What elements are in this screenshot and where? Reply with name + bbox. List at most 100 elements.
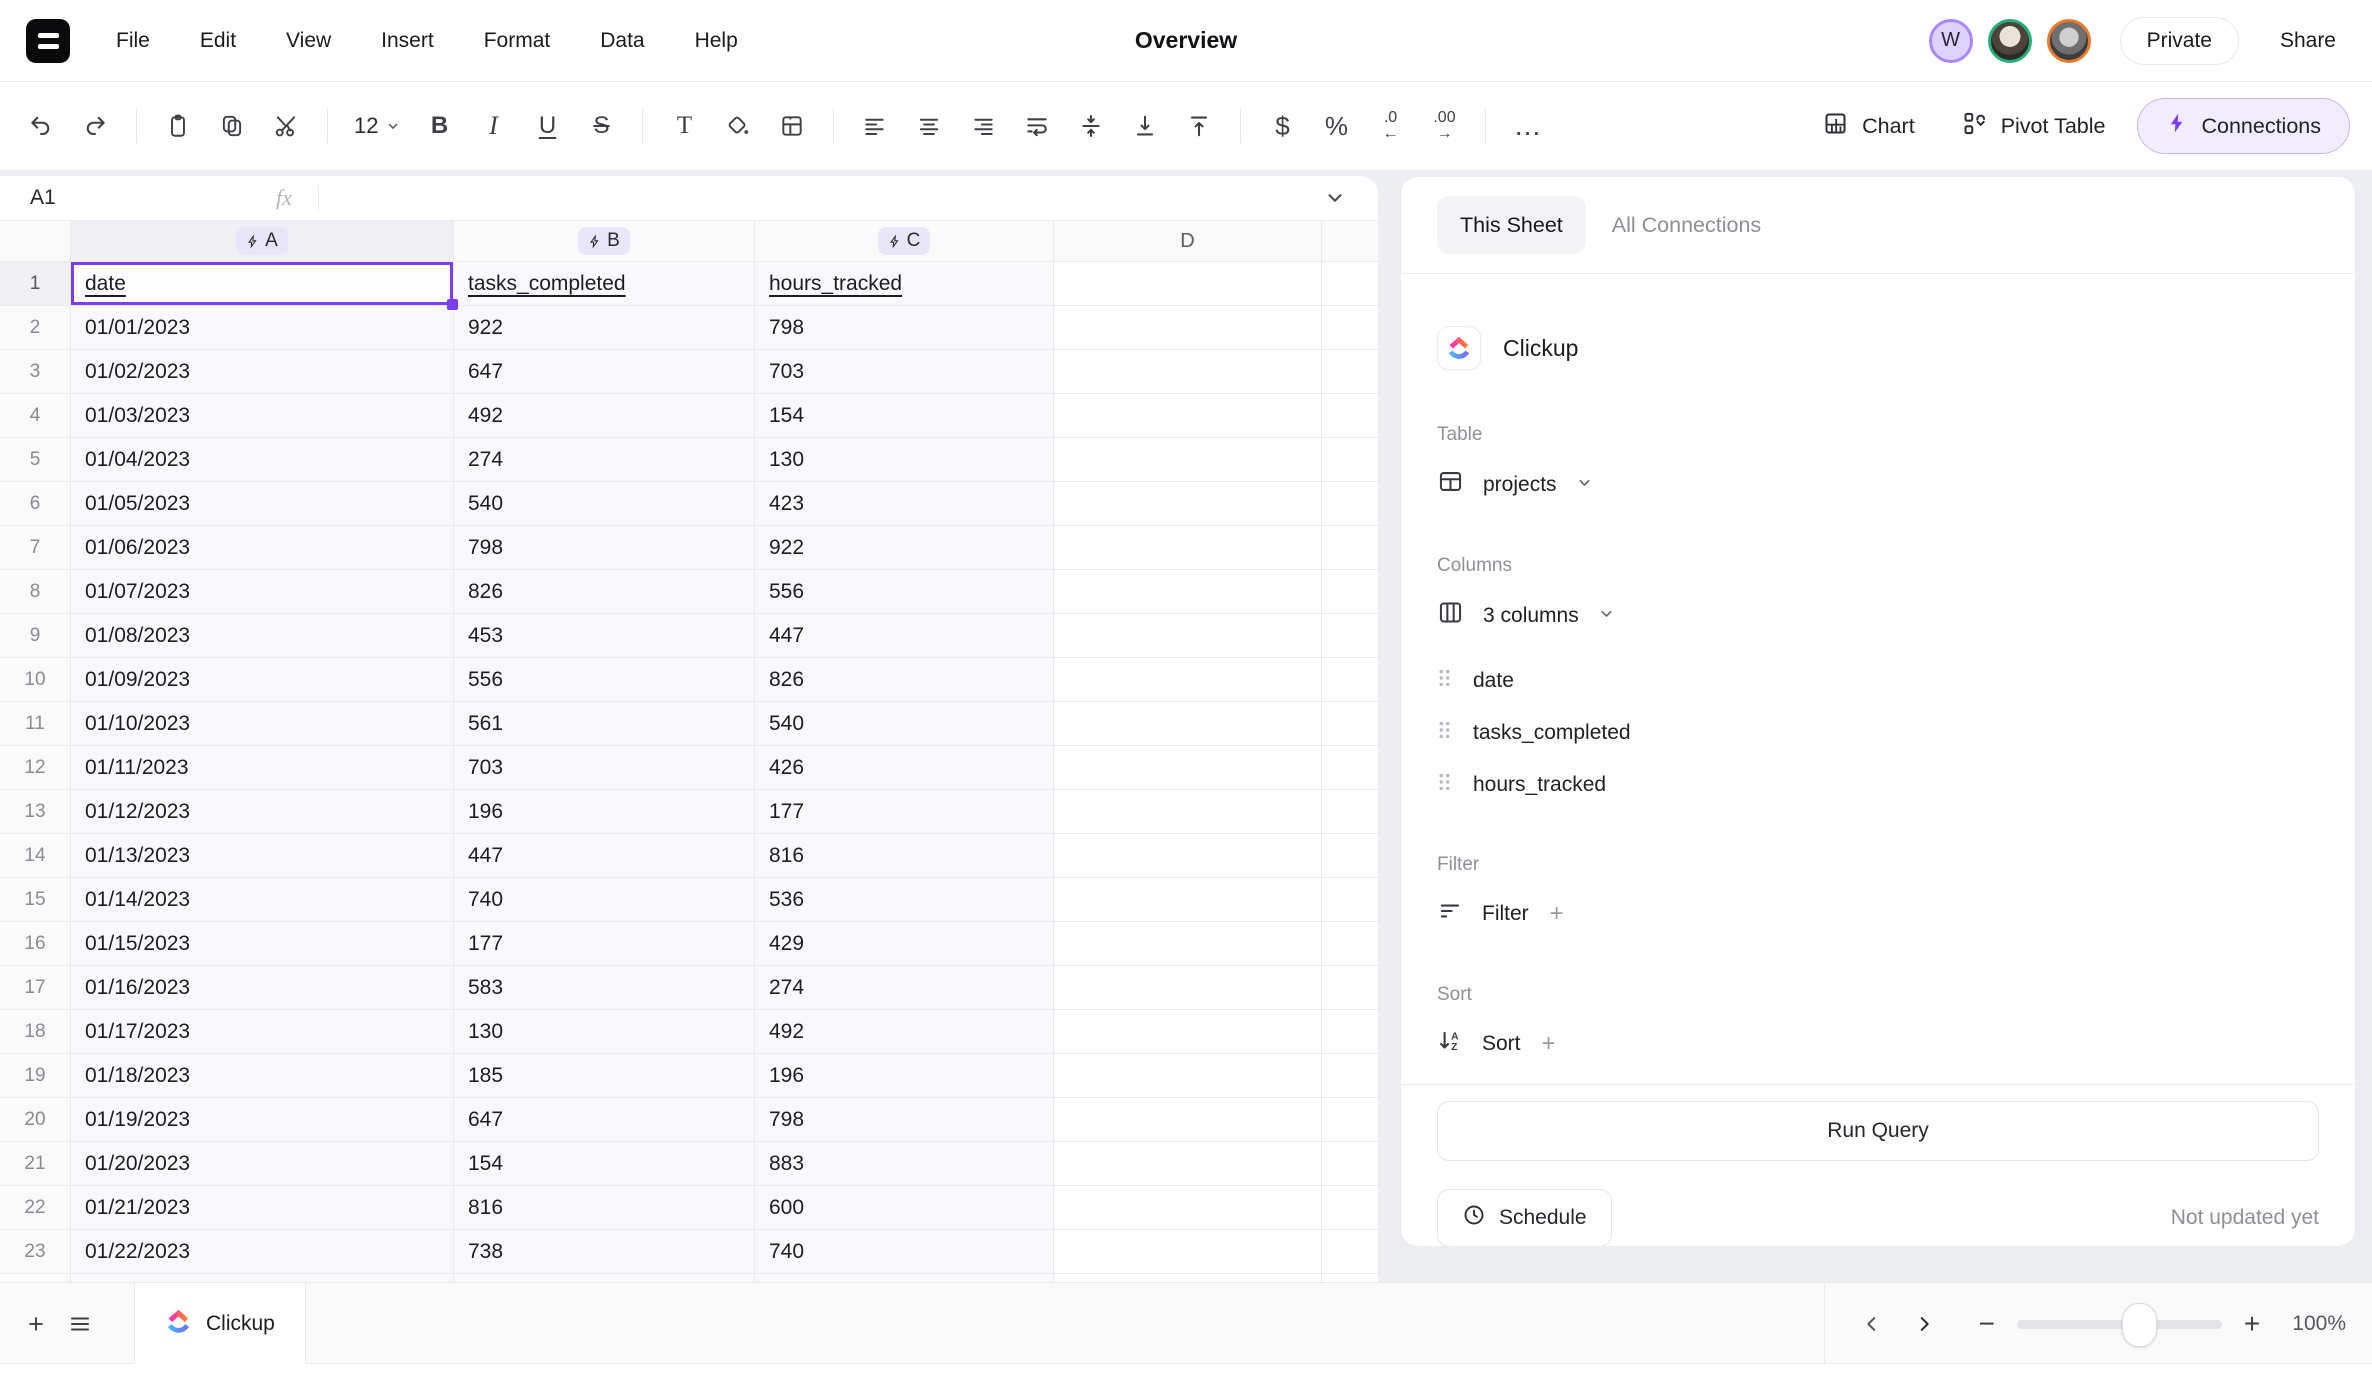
filter-control[interactable]: Filter + [1437,898,2319,930]
row-number[interactable]: 19 [0,1054,71,1098]
column-header-a[interactable]: A [71,221,454,261]
align-center-icon[interactable] [906,103,952,149]
fill-color-icon[interactable] [715,103,761,149]
cell[interactable]: 826 [454,570,755,614]
cell[interactable] [1054,306,1322,350]
cell[interactable]: 453 [454,614,755,658]
cell[interactable]: 01/16/2023 [71,966,454,1010]
more-options-button[interactable]: … [1504,103,1550,149]
cell[interactable]: 01/07/2023 [71,570,454,614]
cell[interactable] [1322,614,1378,658]
cell[interactable]: 01/08/2023 [71,614,454,658]
add-sheet-button[interactable]: + [14,1302,58,1346]
cell[interactable]: 274 [454,438,755,482]
cell[interactable] [1322,262,1378,306]
cell[interactable]: 01/12/2023 [71,790,454,834]
cell[interactable]: 536 [755,878,1054,922]
cell[interactable]: 426 [755,746,1054,790]
column-header-b[interactable]: B [454,221,755,261]
tab-all-connections[interactable]: All Connections [1612,213,1761,238]
column-item[interactable]: date [1437,666,2319,696]
cell[interactable]: 01/22/2023 [71,1230,454,1274]
text-color-button[interactable]: T [661,103,707,149]
cell[interactable] [1322,1010,1378,1054]
cell[interactable] [1054,350,1322,394]
cell[interactable]: 561 [454,702,755,746]
undo-button[interactable] [18,103,64,149]
avatar[interactable] [2047,19,2091,63]
cell[interactable]: 703 [755,350,1054,394]
cell[interactable]: 798 [755,1098,1054,1142]
cell[interactable]: 738 [454,1230,755,1274]
avatar[interactable]: W [1929,19,1973,63]
cell[interactable]: 816 [755,834,1054,878]
cell[interactable] [1322,570,1378,614]
row-number[interactable]: 17 [0,966,71,1010]
schedule-button[interactable]: Schedule [1437,1189,1612,1247]
tab-this-sheet[interactable]: This Sheet [1437,196,1586,254]
formula-bar-expand-icon[interactable] [1324,187,1346,209]
copy-icon[interactable] [209,103,255,149]
name-box[interactable]: A1 [30,186,276,210]
cell[interactable]: 447 [454,834,755,878]
increase-decimal-icon[interactable]: .00→ [1421,103,1467,149]
borders-icon[interactable] [769,103,815,149]
cell[interactable] [1054,1098,1322,1142]
drag-handle-icon[interactable] [1437,771,1452,799]
cell[interactable]: hours_tracked [755,262,1054,306]
menu-edit[interactable]: Edit [200,29,236,53]
currency-format-button[interactable]: $ [1259,103,1305,149]
cell[interactable] [1054,482,1322,526]
row-number[interactable]: 3 [0,350,71,394]
row-number[interactable]: 12 [0,746,71,790]
avatar[interactable] [1988,19,2032,63]
row-number[interactable]: 16 [0,922,71,966]
row-number[interactable]: 23 [0,1230,71,1274]
cell[interactable]: 01/17/2023 [71,1010,454,1054]
select-all-corner[interactable] [0,221,71,261]
row-number[interactable]: 1 [0,262,71,306]
cell[interactable]: 922 [454,306,755,350]
cell[interactable]: 01/09/2023 [71,658,454,702]
cell[interactable]: 492 [755,1010,1054,1054]
column-header-d[interactable]: D [1054,221,1322,261]
cell[interactable]: 600 [755,1186,1054,1230]
wrap-text-icon[interactable] [1014,103,1060,149]
column-item[interactable]: hours_tracked [1437,770,2319,800]
cell[interactable]: 177 [755,790,1054,834]
cell[interactable]: 185 [454,1054,755,1098]
cell[interactable] [1322,966,1378,1010]
share-button[interactable]: Share [2270,21,2346,61]
bold-button[interactable]: B [416,103,462,149]
row-number[interactable]: 15 [0,878,71,922]
cell[interactable]: 196 [454,790,755,834]
cell[interactable] [1054,790,1322,834]
next-sheet-button[interactable] [1907,1307,1941,1341]
menu-format[interactable]: Format [484,29,551,53]
cell[interactable] [1054,922,1322,966]
zoom-in-button[interactable]: + [2236,1304,2268,1344]
cell[interactable]: 583 [454,966,755,1010]
cell[interactable]: 01/01/2023 [71,306,454,350]
cell[interactable]: 01/14/2023 [71,878,454,922]
drag-handle-icon[interactable] [1437,667,1452,695]
cell[interactable] [1322,834,1378,878]
row-number[interactable]: 9 [0,614,71,658]
cell[interactable] [1322,878,1378,922]
row-number[interactable]: 7 [0,526,71,570]
cell[interactable] [1054,1142,1322,1186]
cell[interactable] [1322,394,1378,438]
align-left-icon[interactable] [852,103,898,149]
cell[interactable] [1054,702,1322,746]
add-filter-button[interactable]: + [1550,900,1564,928]
cell[interactable] [1322,482,1378,526]
decrease-decimal-icon[interactable]: .0← [1367,103,1413,149]
cell[interactable]: 154 [755,394,1054,438]
sheet-list-icon[interactable] [58,1302,102,1346]
menu-insert[interactable]: Insert [381,29,434,53]
private-button[interactable]: Private [2120,17,2239,65]
cell[interactable]: 556 [454,658,755,702]
cell[interactable]: 740 [454,878,755,922]
table-selector[interactable]: projects [1437,468,2319,501]
cell[interactable]: 556 [755,570,1054,614]
